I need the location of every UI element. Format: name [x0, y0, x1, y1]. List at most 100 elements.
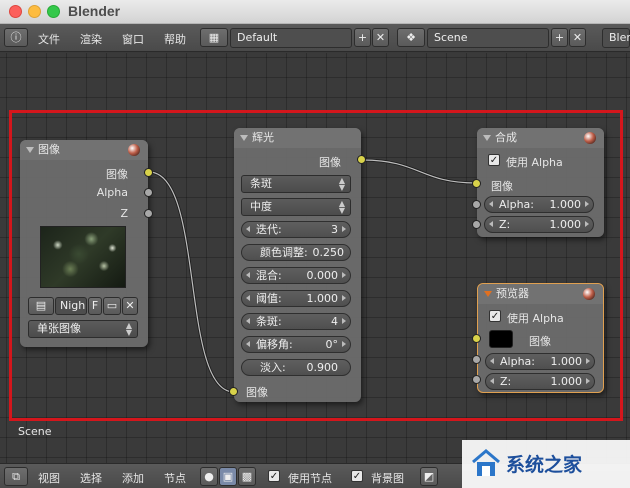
decrement-arrow-icon[interactable] [489, 201, 493, 207]
menu-view[interactable]: 视图 [38, 470, 60, 486]
viewer-socket-alpha-in[interactable] [472, 355, 481, 364]
updown-arrows-icon: ▲ ▼ [338, 176, 345, 192]
field-label: 偏移角: [256, 338, 293, 351]
glare-color-modulation-field[interactable]: 颜色调整: 0.250 [241, 244, 351, 261]
field-value: 0.250 [312, 246, 345, 259]
link-glare-to-composite-highlight [361, 159, 477, 184]
close-icon: ✕ [125, 299, 135, 312]
field-label: Z: [500, 375, 512, 388]
viewer-node-title: 预览器 [496, 287, 529, 300]
unlink-image-button[interactable]: ✕ [122, 297, 138, 315]
fake-user-button[interactable]: F [88, 297, 102, 315]
composite-node-title: 合成 [495, 131, 517, 144]
composite-z-field[interactable]: Z: 1.000 [484, 216, 594, 233]
viewer-node-header[interactable]: 预览器 [478, 284, 603, 304]
preview-sphere-icon[interactable] [128, 144, 140, 156]
viewer-image-input-label: 图像 [529, 335, 551, 348]
viewer-use-alpha-checkbox[interactable]: ✓ [489, 310, 501, 322]
glare-iterations-field[interactable]: 迭代: 3 [241, 221, 351, 238]
viewer-node[interactable]: 预览器 ✓ 使用 Alpha 图像 Alpha: 1.000 Z: 1.000 [477, 283, 604, 393]
image-name-field[interactable]: Nigh [55, 297, 87, 315]
increment-arrow-icon[interactable] [342, 295, 346, 301]
glare-quality-dropdown[interactable]: 中度 ▲ ▼ [241, 198, 351, 216]
collapse-triangle-icon[interactable] [484, 291, 492, 297]
collapse-triangle-icon[interactable] [240, 135, 248, 141]
preview-sphere-icon[interactable] [584, 132, 596, 144]
decrement-arrow-icon[interactable] [246, 341, 250, 347]
backdrop-checkbox[interactable]: ✓ [351, 470, 363, 482]
field-value: 4 [331, 315, 338, 328]
open-image-button[interactable]: ▭ [103, 297, 121, 315]
image-node[interactable]: 图像 图像 Alpha Z ▤ Nigh F ▭ ✕ 单张图像 ▲ ▼ [20, 140, 148, 347]
glare-input-label: 图像 [246, 386, 268, 399]
composite-node[interactable]: 合成 ✓ 使用 Alpha 图像 Alpha: 1.000 Z: 1.000 [477, 128, 604, 237]
glare-fade-field[interactable]: 淡入: 0.900 [241, 359, 351, 376]
increment-arrow-icon[interactable] [586, 358, 590, 364]
image-node-socket-image-out[interactable] [144, 168, 153, 177]
increment-arrow-icon[interactable] [585, 221, 589, 227]
composite-socket-z-in[interactable] [472, 220, 481, 229]
increment-arrow-icon[interactable] [342, 226, 346, 232]
field-label: Alpha: [500, 355, 535, 368]
increment-arrow-icon[interactable] [342, 341, 346, 347]
glare-angle-offset-field[interactable]: 偏移角: 0° [241, 336, 351, 353]
glare-node-title: 辉光 [252, 131, 274, 144]
image-node-header[interactable]: 图像 [20, 140, 148, 160]
glare-streaks-field[interactable]: 条斑: 4 [241, 313, 351, 330]
image-browse-button[interactable]: ▤ [28, 297, 54, 315]
texture-tree-button[interactable]: ▩ [238, 467, 256, 486]
increment-arrow-icon[interactable] [342, 272, 346, 278]
glare-mix-field[interactable]: 混合: 0.000 [241, 267, 351, 284]
glare-node-socket-image-in[interactable] [229, 387, 238, 396]
shader-tree-button[interactable]: ● [200, 467, 218, 486]
checkmark-icon: ✓ [352, 471, 362, 482]
output-label-alpha: Alpha [96, 186, 128, 199]
viewer-socket-z-in[interactable] [472, 375, 481, 384]
decrement-arrow-icon[interactable] [489, 221, 493, 227]
glare-node-socket-image-out[interactable] [357, 155, 366, 164]
glare-quality-value: 中度 [250, 200, 272, 213]
image-source-dropdown[interactable]: 单张图像 ▲ ▼ [28, 320, 138, 338]
increment-arrow-icon[interactable] [342, 318, 346, 324]
viewer-socket-image-in[interactable] [472, 334, 481, 343]
viewer-image-color-swatch[interactable] [489, 330, 513, 348]
composite-socket-alpha-in[interactable] [472, 200, 481, 209]
glare-threshold-field[interactable]: 阈值: 1.000 [241, 290, 351, 307]
compositing-tree-button[interactable]: ▣ [219, 467, 237, 486]
node-editor-icon: ⧉ [12, 470, 20, 483]
field-label: 阈值: [256, 292, 282, 305]
decrement-arrow-icon[interactable] [246, 295, 250, 301]
use-nodes-checkbox[interactable]: ✓ [268, 470, 280, 482]
collapse-triangle-icon[interactable] [483, 135, 491, 141]
viewer-alpha-field[interactable]: Alpha: 1.000 [485, 353, 595, 370]
decrement-arrow-icon[interactable] [246, 318, 250, 324]
decrement-arrow-icon[interactable] [246, 272, 250, 278]
glare-node-header[interactable]: 辉光 [234, 128, 361, 148]
menu-node[interactable]: 节点 [164, 470, 186, 486]
viewer-use-alpha-label: 使用 Alpha [507, 312, 564, 325]
backdrop-channels-button[interactable]: ◩ [420, 467, 438, 486]
composite-use-alpha-label: 使用 Alpha [506, 156, 563, 169]
menu-add[interactable]: 添加 [122, 470, 144, 486]
composite-node-header[interactable]: 合成 [477, 128, 604, 148]
composite-alpha-field[interactable]: Alpha: 1.000 [484, 196, 594, 213]
increment-arrow-icon[interactable] [585, 201, 589, 207]
increment-arrow-icon[interactable] [586, 378, 590, 384]
updown-arrows-icon: ▲ ▼ [338, 199, 345, 215]
checkmark-icon: ✓ [490, 311, 500, 322]
viewer-z-field[interactable]: Z: 1.000 [485, 373, 595, 390]
decrement-arrow-icon[interactable] [490, 358, 494, 364]
decrement-arrow-icon[interactable] [490, 378, 494, 384]
glare-type-dropdown[interactable]: 条斑 ▲ ▼ [241, 175, 351, 193]
glare-node[interactable]: 辉光 图像 条斑 ▲ ▼ 中度 ▲ ▼ 迭代: 3 颜色调整: 0.250 混合: … [234, 128, 361, 402]
image-node-socket-z-out[interactable] [144, 209, 153, 218]
composite-socket-image-in[interactable] [472, 179, 481, 188]
image-node-socket-alpha-out[interactable] [144, 188, 153, 197]
menu-select[interactable]: 选择 [80, 470, 102, 486]
collapse-triangle-icon[interactable] [26, 147, 34, 153]
decrement-arrow-icon[interactable] [246, 226, 250, 232]
editor-type-button[interactable]: ⧉ [4, 467, 28, 486]
preview-sphere-icon[interactable] [583, 288, 595, 300]
watermark-house-icon [472, 449, 500, 476]
composite-use-alpha-checkbox[interactable]: ✓ [488, 154, 500, 166]
